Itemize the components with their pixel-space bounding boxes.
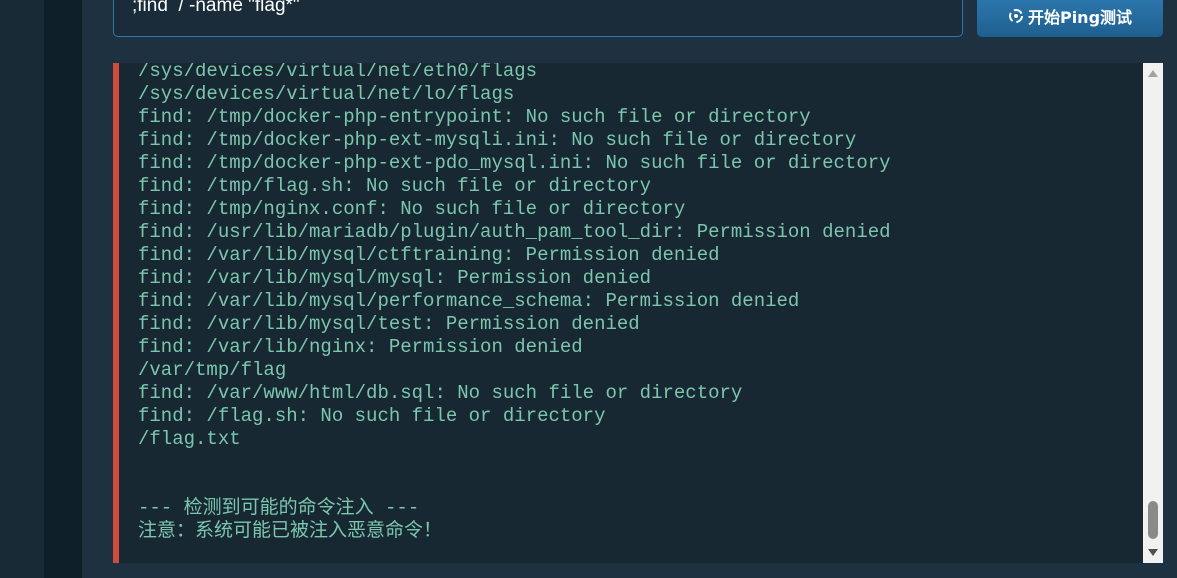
output-line: /sys/devices/virtual/net/eth0/flags (138, 63, 538, 82)
scroll-up-arrow-icon[interactable] (1148, 70, 1158, 77)
output-line: find: /usr/lib/mariadb/plugin/auth_pam_t… (138, 221, 891, 243)
output-line: find: /tmp/nginx.conf: No such file or d… (138, 198, 686, 220)
command-input-box[interactable] (113, 0, 963, 37)
command-input[interactable] (132, 0, 932, 17)
output-line: find: /var/www/html/db.sql: No such file… (138, 382, 743, 404)
injection-warning-note: 注意：系统可能已被注入恶意命令！ (138, 520, 443, 542)
output-line: find: /tmp/docker-php-entrypoint: No suc… (138, 106, 811, 128)
output-blank-line (138, 474, 1138, 497)
output-line: find: /var/lib/mysql/ctftraining: Permis… (138, 244, 720, 266)
output-accent-bar (113, 63, 119, 563)
output-line: find: /var/lib/mysql/mysql: Permission d… (138, 267, 652, 289)
output-line: /sys/devices/virtual/net/lo/flags (138, 83, 515, 105)
output-line: find: /var/lib/mysql/test: Permission de… (138, 313, 640, 335)
output-line: find: /tmp/flag.sh: No such file or dire… (138, 175, 652, 197)
output-line: /var/tmp/flag (138, 359, 287, 381)
output-line: find: /var/lib/nginx: Permission denied (138, 336, 583, 358)
output-line: find: /var/lib/mysql/performance_schema:… (138, 290, 800, 312)
signal-icon (1008, 8, 1024, 24)
output-scrollbar[interactable] (1143, 63, 1163, 563)
output-panel: /sys/devices/virtual/net/eth0/flags/sys/… (113, 63, 1163, 563)
injection-warning-header: --- 检测到可能的命令注入 --- (138, 497, 420, 519)
output-line: find: /tmp/docker-php-ext-mysqli.ini: No… (138, 129, 857, 151)
output-line: find: /tmp/docker-php-ext-pdo_mysql.ini:… (138, 152, 891, 174)
left-band (44, 0, 82, 578)
output-line: /flag.txt (138, 428, 241, 450)
start-ping-button[interactable]: 开始Ping测试 (977, 0, 1163, 37)
output-blank-line (138, 451, 1138, 474)
command-output: /sys/devices/virtual/net/eth0/flags/sys/… (138, 63, 1138, 543)
scroll-down-arrow-icon[interactable] (1148, 549, 1158, 556)
output-line: find: /flag.sh: No such file or director… (138, 405, 606, 427)
start-ping-label: 开始Ping测试 (1027, 8, 1133, 27)
left-gutter (0, 0, 44, 578)
scrollbar-thumb[interactable] (1148, 501, 1158, 539)
